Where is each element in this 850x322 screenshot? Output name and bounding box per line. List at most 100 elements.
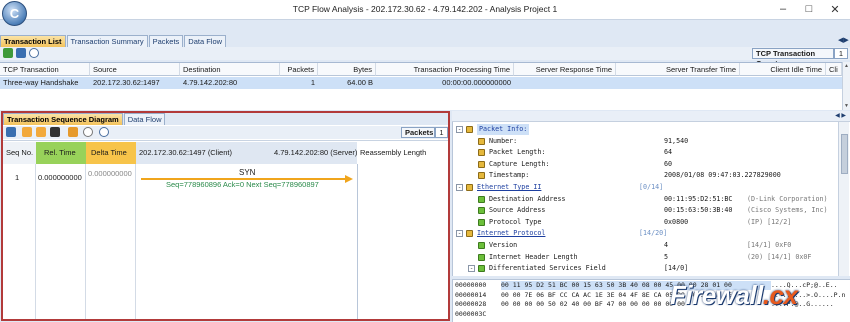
tree-row[interactable]: - Ethernet Type II [0/14] [454,182,838,193]
tree-row[interactable]: Destination Address 00:11:95:D2:51:BC (D-L… [454,194,838,205]
detail-view-icon[interactable] [36,127,46,137]
field-description: [14/1] 0xF0 [747,241,792,249]
field-node-icon [478,172,485,180]
expand-toggle-icon[interactable]: - [456,230,463,238]
tab-packets[interactable]: Packets [148,35,184,47]
column-header[interactable]: Bytes [318,63,376,76]
tree-row[interactable]: Protocol Type 0x0800 (IP) [12/2] [454,217,838,228]
field-node-icon [478,149,485,157]
packets-value: 1 [435,127,448,138]
clock-icon[interactable] [83,127,93,137]
field-node-icon [466,230,473,238]
tree-row[interactable]: Capture Length: 60 [454,159,838,170]
print-icon[interactable] [6,127,16,137]
column-header[interactable]: Client Idle Time [740,63,826,76]
tree-row[interactable]: Number: 91,540 [454,136,838,147]
field-value: 5 [664,252,669,261]
tree-line-icon [468,254,475,261]
field-name: Version [489,241,518,249]
tab-transaction-summary[interactable]: Transaction Summary [66,35,148,47]
server-line [357,164,358,319]
field-value: 0x0800 [664,217,689,226]
transaction-count-label: TCP Transaction Count [752,48,834,68]
close-button[interactable]: ✕ [822,0,848,18]
column-header[interactable]: Packets [280,63,318,76]
scroll-tabs-icon[interactable]: ◀▶ [838,36,849,44]
field-node-icon [478,160,485,168]
packets-label: Packets [401,127,435,138]
table-cell: 00:00:00.000000000 [442,78,511,87]
title-bar: TCP Flow Analysis - 202.172.30.62 - 4.79… [0,0,850,20]
field-value: 00:11:95:D2:51:BC [664,194,733,203]
tree-line-icon [468,161,475,168]
column-header[interactable]: Server Response Time [514,63,616,76]
panel-arrows-icon[interactable]: ◀ ▶ [835,112,846,119]
tree-line-icon [468,172,475,179]
reassembly-header: Reassembly Length [357,142,448,164]
delta-time-header[interactable]: Delta Time [86,142,136,164]
rel-time-column [36,164,86,319]
packet-detail: Seq=778960896 Ack=0 Next Seq=778960897 [166,180,319,189]
expand-toggle-icon[interactable]: - [456,126,463,133]
tree-row[interactable]: Internet Header Length 5 (20) [14/1] 0x0F [454,252,838,263]
search-icon[interactable] [99,127,109,137]
hex-offset: 00000028 [455,300,487,308]
export-icon[interactable] [3,48,13,58]
column-header[interactable]: Cli [826,63,842,76]
tree-row[interactable]: Timestamp: 2008/01/08 09:47:03.227829000 [454,170,838,181]
search-icon[interactable] [29,48,39,58]
tree-row[interactable]: Packet Length: 64 [454,147,838,158]
client-header: 202.172.30.62:1497 (Client) [136,142,271,164]
field-node-icon [466,184,473,191]
scroll-thumb[interactable] [841,134,848,174]
transaction-table: TCP Transaction Source Destination Packe… [0,62,842,110]
field-node-icon [478,195,485,203]
tab-transaction-list[interactable]: Transaction List [0,35,66,47]
tree-row[interactable]: - Differentiated Services Field [14/0] [454,263,838,274]
field-value: 2008/01/08 09:47:03.227829000 [664,171,781,180]
decode-scrollbar[interactable] [838,122,849,276]
display-icon[interactable] [50,127,60,137]
tree-line-icon [468,242,475,249]
tree-row[interactable]: Source Address 00:15:63:50:3B:40 (Cisco Sy… [454,205,838,216]
list-view-icon[interactable] [22,127,32,137]
column-header[interactable]: TCP Transaction [0,63,90,76]
save-icon[interactable] [16,48,26,58]
seq-no-cell: 1 [15,173,20,182]
hex-offset: 0000003C [455,309,487,318]
field-name: Packet Length: [489,148,546,157]
field-value: 60 [664,159,673,168]
column-header[interactable]: Transaction Processing Time [376,63,514,76]
maximize-button[interactable]: □ [796,0,822,18]
filter-icon[interactable] [68,127,78,137]
tree-row[interactable]: Version 4 [14/1] 0xF0 [454,240,838,251]
tab-data-flow[interactable]: Data Flow [184,35,227,47]
column-header[interactable]: Source [90,63,180,76]
diagram-tabs: Transaction Sequence Diagram Data Flow [3,113,448,125]
window-title: TCP Flow Analysis - 202.172.30.62 - 4.79… [292,4,558,14]
tree-row[interactable]: - Packet Info: [454,124,838,135]
field-node-icon [478,242,485,249]
field-name: Differentiated Services Field [489,264,606,273]
field-value: 64 [664,148,673,157]
table-cell: Three-way Handshake [3,78,79,87]
expand-toggle-icon[interactable]: - [468,265,475,273]
table-cell: 202.172.30.62:1497 [93,78,160,87]
tree-row[interactable]: - Internet Protocol [14/20] [454,228,838,239]
transaction-toolbar [0,47,850,60]
column-header[interactable]: Destination [180,63,280,76]
app-logo-icon[interactable]: C [2,1,27,26]
table-cell: 1 [310,78,315,87]
field-value: [0/14] [639,183,664,191]
rel-time-header[interactable]: Rel. Time [36,142,86,164]
field-description: (20) [14/1] 0x0F [747,252,812,261]
expand-toggle-icon[interactable]: - [456,184,463,191]
table-scrollbar[interactable]: ▲ ▼ [842,62,850,110]
tab-transaction-sequence-diagram[interactable]: Transaction Sequence Diagram [3,113,123,125]
tab-data-flow-lower[interactable]: Data Flow [123,113,166,125]
column-header[interactable]: Server Transfer Time [616,63,740,76]
table-cell: 64.00 B [347,78,373,87]
minimize-button[interactable]: – [770,0,796,18]
field-node-icon [478,137,485,145]
seq-no-header[interactable]: Seq No. [3,142,36,164]
